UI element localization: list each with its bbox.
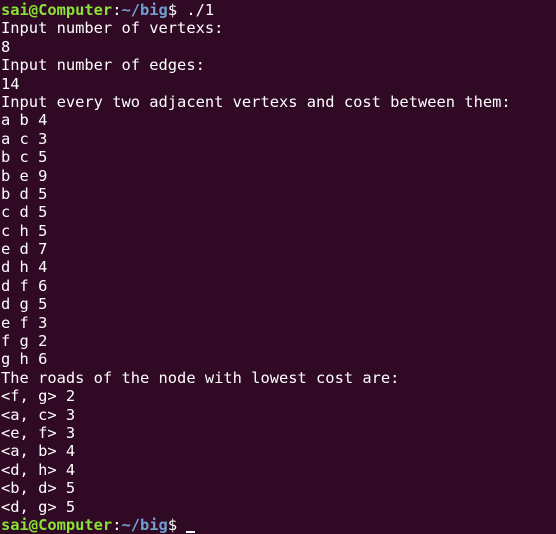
output-line: <d, h> 4 <box>1 460 76 479</box>
output-line: The roads of the node with lowest cost a… <box>1 368 400 387</box>
output-line: <f, g> 2 <box>1 387 76 406</box>
text-cursor <box>186 530 196 533</box>
terminal-window[interactable]: sai@Computer:~/big$ ./1 Input number of … <box>0 0 556 534</box>
active-prompt-line[interactable]: sai@Computer:~/big$ <box>1 516 556 534</box>
output-line: a b 4 <box>1 111 48 130</box>
output-line: Input number of edges: <box>1 56 205 75</box>
command-line: sai@Computer:~/big$ ./1 <box>1 1 556 19</box>
output-line: <a, c> 3 <box>1 405 76 424</box>
output-line: b e 9 <box>1 166 48 185</box>
output-line: e d 7 <box>1 240 48 259</box>
output-line: e f 3 <box>1 313 48 332</box>
prompt-user-host: sai@Computer <box>1 515 113 534</box>
output-line: a c 3 <box>1 129 48 148</box>
prompt-user-host: sai@Computer <box>1 1 113 19</box>
output-line: <b, d> 5 <box>1 479 76 498</box>
output-line: d f 6 <box>1 276 48 295</box>
command-text: ./1 <box>186 1 215 19</box>
prompt-path: ~/big <box>121 515 168 534</box>
output-block: Input number of vertexs: 8 Input number … <box>1 19 556 516</box>
output-line: Input every two adjacent vertexs and cos… <box>1 92 511 111</box>
output-line: Input number of vertexs: <box>1 19 224 38</box>
output-line: b d 5 <box>1 184 48 203</box>
output-line: d g 5 <box>1 295 48 314</box>
output-line: b c 5 <box>1 148 48 167</box>
output-line: <e, f> 3 <box>1 423 76 442</box>
output-line: <a, b> 4 <box>1 442 76 461</box>
output-line: g h 6 <box>1 350 48 369</box>
prompt-path: ~/big <box>121 1 168 19</box>
output-line: d h 4 <box>1 258 48 277</box>
output-line: f g 2 <box>1 332 48 351</box>
prompt-symbol: $ <box>167 515 187 534</box>
output-line: 8 <box>1 37 11 56</box>
output-line: <d, g> 5 <box>1 497 76 516</box>
output-line: 14 <box>1 74 20 93</box>
prompt-symbol: $ <box>167 1 187 19</box>
output-line: c d 5 <box>1 203 48 222</box>
output-line: c h 5 <box>1 221 48 240</box>
